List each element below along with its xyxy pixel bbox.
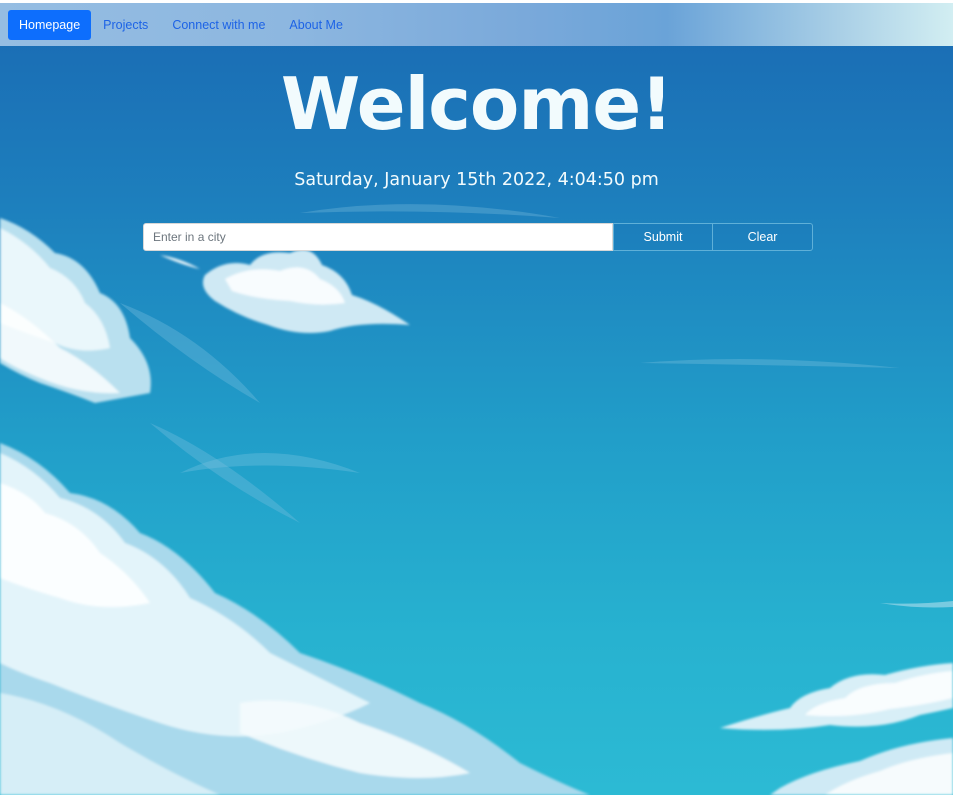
- city-input[interactable]: [143, 223, 613, 251]
- top-navbar: Homepage Projects Connect with me About …: [0, 3, 953, 46]
- page: Homepage Projects Connect with me About …: [0, 0, 953, 797]
- submit-button[interactable]: Submit: [613, 223, 713, 251]
- welcome-heading: Welcome!: [280, 62, 673, 146]
- nav-item-projects[interactable]: Projects: [91, 10, 160, 40]
- nav-item-about-me[interactable]: About Me: [277, 10, 355, 40]
- nav-item-homepage[interactable]: Homepage: [8, 9, 92, 40]
- current-datetime: Saturday, January 15th 2022, 4:04:50 pm: [294, 170, 659, 190]
- nav-item-connect-with-me[interactable]: Connect with me: [160, 10, 277, 40]
- city-search-form: Submit Clear: [143, 223, 813, 251]
- clear-button[interactable]: Clear: [713, 223, 813, 251]
